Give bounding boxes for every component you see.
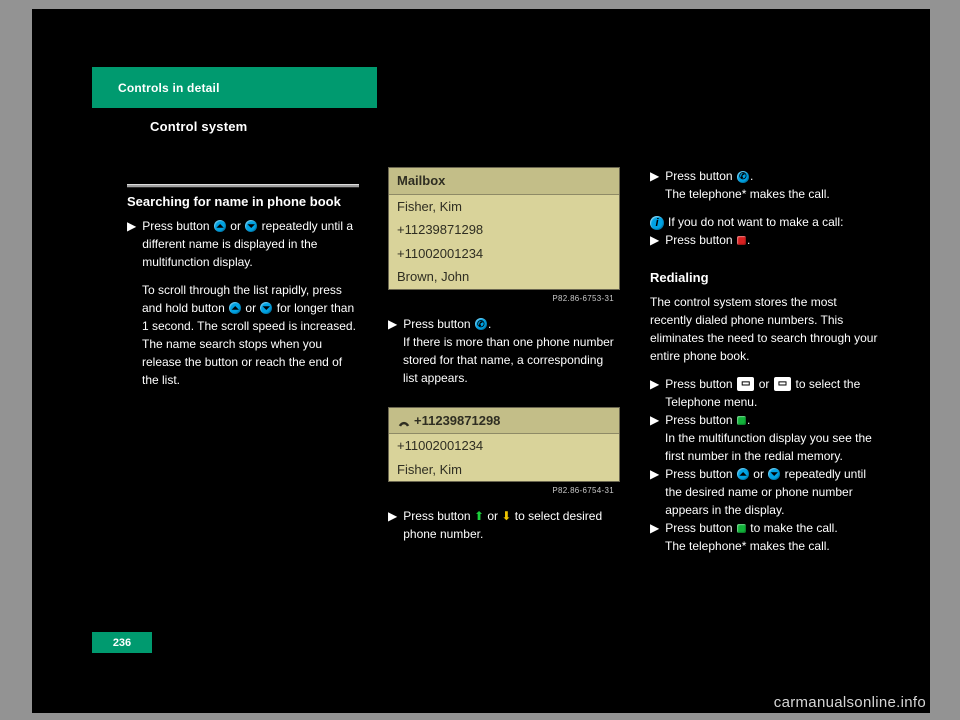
button-call-receive-icon: ⏶ (229, 302, 241, 314)
step-arrow-icon: ▶ (650, 519, 659, 537)
col1-heading: Searching for name in phone book (127, 193, 359, 211)
redial-body: The control system stores the most recen… (650, 293, 882, 365)
page: Controls in detail Control system Search… (32, 9, 930, 713)
screen1-partcode: P82.86-6753-31 (388, 290, 620, 305)
col3-step-call: ▶ Press button ✆. (650, 167, 882, 185)
col3-step-r3: ▶ Press button ⏶ or ⏷ repeatedly until t… (650, 465, 882, 519)
phonebook-screen-1: Mailbox Fisher, Kim +11239871298 +110020… (388, 167, 620, 290)
col3-step-close: ▶ Press button . (650, 231, 882, 249)
screen1-title: Mailbox (389, 168, 619, 195)
button-down-icon: ⬇ (501, 509, 511, 523)
col3-step-r1: ▶ Press button ▭ or ▭ to select the Tele… (650, 375, 882, 411)
button-call-end-icon: ⏷ (245, 220, 257, 232)
col2-note-morenums: If there is more than one phone number s… (388, 333, 620, 387)
col2-step-2: ▶ Press button ⬆ or ⬇ to select desired … (388, 507, 620, 543)
button-call-receive-icon: ⏶ (214, 220, 226, 232)
col1-hold-text: To scroll through the list rapidly, pres… (127, 281, 359, 389)
step-arrow-icon: ▶ (650, 167, 659, 185)
button-call-end-icon: ⏷ (260, 302, 272, 314)
col1-step-1-text: Press button ⏶ or ⏷ repeatedly until a d… (142, 217, 359, 271)
screen1-row: Fisher, Kim (389, 195, 619, 219)
page-subtitle: Control system (150, 119, 247, 134)
redial-heading: Redialing (650, 269, 882, 287)
button-menu-right-icon: ▭ (774, 377, 791, 391)
button-down-icon: ⏷ (768, 468, 780, 480)
column-3: ▶ Press button ✆. The telephone* makes t… (650, 167, 882, 555)
phonebook-screen-2: +11239871298 +11002001234 Fisher, Kim (388, 407, 620, 483)
column-divider (127, 185, 359, 187)
screen2-row: +11002001234 (389, 434, 619, 458)
col3-r4-result: The telephone* makes the call. (650, 537, 882, 555)
phone-icon (397, 415, 411, 427)
col3-step-r2-text: Press button . (665, 411, 882, 429)
col3-call-made: The telephone* makes the call. (650, 185, 882, 203)
button-send-icon: ✆ (475, 318, 487, 330)
screen1-row: Brown, John (389, 265, 619, 289)
col1-step-1: ▶ Press button ⏶ or ⏷ repeatedly until a… (127, 217, 359, 271)
button-up-icon: ⏶ (737, 468, 749, 480)
screen1-row: +11239871298 (389, 218, 619, 242)
col3-step-call-text: Press button ✆. (665, 167, 882, 185)
col2-step-select: ▶ Press button ✆. (388, 315, 620, 333)
watermark: carmanualsonline.info (774, 694, 926, 711)
screen2-title: +11239871298 (389, 408, 619, 435)
info-icon: i (650, 216, 664, 230)
col2-step-2-text: Press button ⬆ or ⬇ to select desired ph… (403, 507, 620, 543)
button-end-red-icon (737, 236, 746, 245)
column-1: Searching for name in phone book ▶ Press… (127, 193, 359, 389)
col3-info-lead: iIf you do not want to make a call: (650, 213, 882, 231)
button-send-green-icon (737, 416, 746, 425)
step-arrow-icon: ▶ (388, 507, 397, 543)
col3-step-r2: ▶ Press button . (650, 411, 882, 429)
col3-r2-result: In the multifunction display you see the… (650, 429, 882, 465)
col3-step-r4: ▶ Press button to make the call. (650, 519, 882, 537)
screen1-row: +11002001234 (389, 242, 619, 266)
col3-step-r1-text: Press button ▭ or ▭ to select the Teleph… (665, 375, 882, 411)
page-number: 236 (92, 632, 152, 653)
step-arrow-icon: ▶ (127, 217, 136, 271)
step-arrow-icon: ▶ (650, 465, 659, 519)
button-send-icon: ✆ (737, 171, 749, 183)
header-tab: Controls in detail (92, 67, 377, 108)
step-arrow-icon: ▶ (650, 411, 659, 429)
step-arrow-icon: ▶ (650, 375, 659, 411)
column-2: Mailbox Fisher, Kim +11239871298 +110020… (388, 167, 620, 543)
screen2-partcode: P82.86-6754-31 (388, 482, 620, 497)
button-send-green-icon (737, 524, 746, 533)
button-up-icon: ⬆ (474, 509, 484, 523)
col3-step-r3-text: Press button ⏶ or ⏷ repeatedly until the… (665, 465, 882, 519)
screen2-row: Fisher, Kim (389, 458, 619, 482)
col2-step-select-text: Press button ✆. (403, 315, 620, 333)
step-arrow-icon: ▶ (650, 231, 659, 249)
col3-step-r4-text: Press button to make the call. (665, 519, 882, 537)
step-arrow-icon: ▶ (388, 315, 397, 333)
header-tab-label: Controls in detail (118, 81, 220, 95)
col3-step-close-text: Press button . (665, 231, 882, 249)
button-menu-left-icon: ▭ (737, 377, 754, 391)
